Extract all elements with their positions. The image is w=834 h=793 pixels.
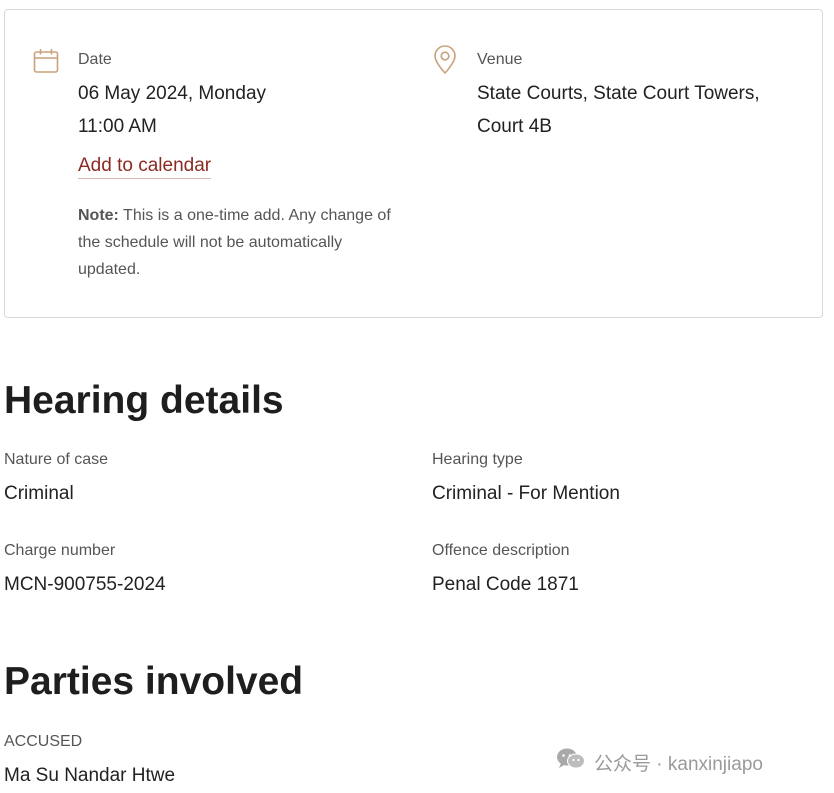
- add-to-calendar-link[interactable]: Add to calendar: [78, 155, 212, 179]
- schedule-card: Date 06 May 2024, Monday 11:00 AM Add to…: [4, 9, 823, 318]
- calendar-icon: [32, 47, 60, 75]
- location-pin-icon: [432, 45, 458, 75]
- calendar-note: Note: This is a one-time add. Any change…: [78, 202, 398, 283]
- accused-name: Ma Su Nandar Htwe: [4, 765, 176, 786]
- note-text: This is a one-time add. Any change of th…: [78, 207, 391, 278]
- charge-number-value: MCN-900755-2024: [4, 574, 166, 595]
- parties-involved-heading: Parties involved: [4, 660, 304, 703]
- nature-of-case-label: Nature of case: [4, 451, 109, 468]
- note-prefix: Note:: [78, 207, 119, 224]
- offence-description-label: Offence description: [432, 542, 570, 559]
- hearing-type-label: Hearing type: [432, 451, 523, 468]
- wechat-icon: [556, 747, 586, 777]
- venue-line-1: State Courts, State Court Towers,: [477, 83, 760, 104]
- accused-label: ACCUSED: [4, 733, 83, 750]
- venue-line-2: Court 4B: [477, 116, 552, 137]
- offence-description-value: Penal Code 1871: [432, 574, 579, 595]
- date-label: Date: [78, 51, 112, 68]
- venue-label: Venue: [477, 51, 523, 68]
- time-value: 11:00 AM: [78, 116, 157, 137]
- hearing-type-value: Criminal - For Mention: [432, 483, 620, 504]
- watermark: 公众号 · kanxinjiapo: [556, 747, 763, 777]
- date-value: 06 May 2024, Monday: [78, 83, 267, 104]
- watermark-text: 公众号 · kanxinjiapo: [594, 753, 763, 775]
- charge-number-label: Charge number: [4, 542, 116, 559]
- nature-of-case-value: Criminal: [4, 483, 74, 504]
- hearing-details-heading: Hearing details: [4, 379, 284, 422]
